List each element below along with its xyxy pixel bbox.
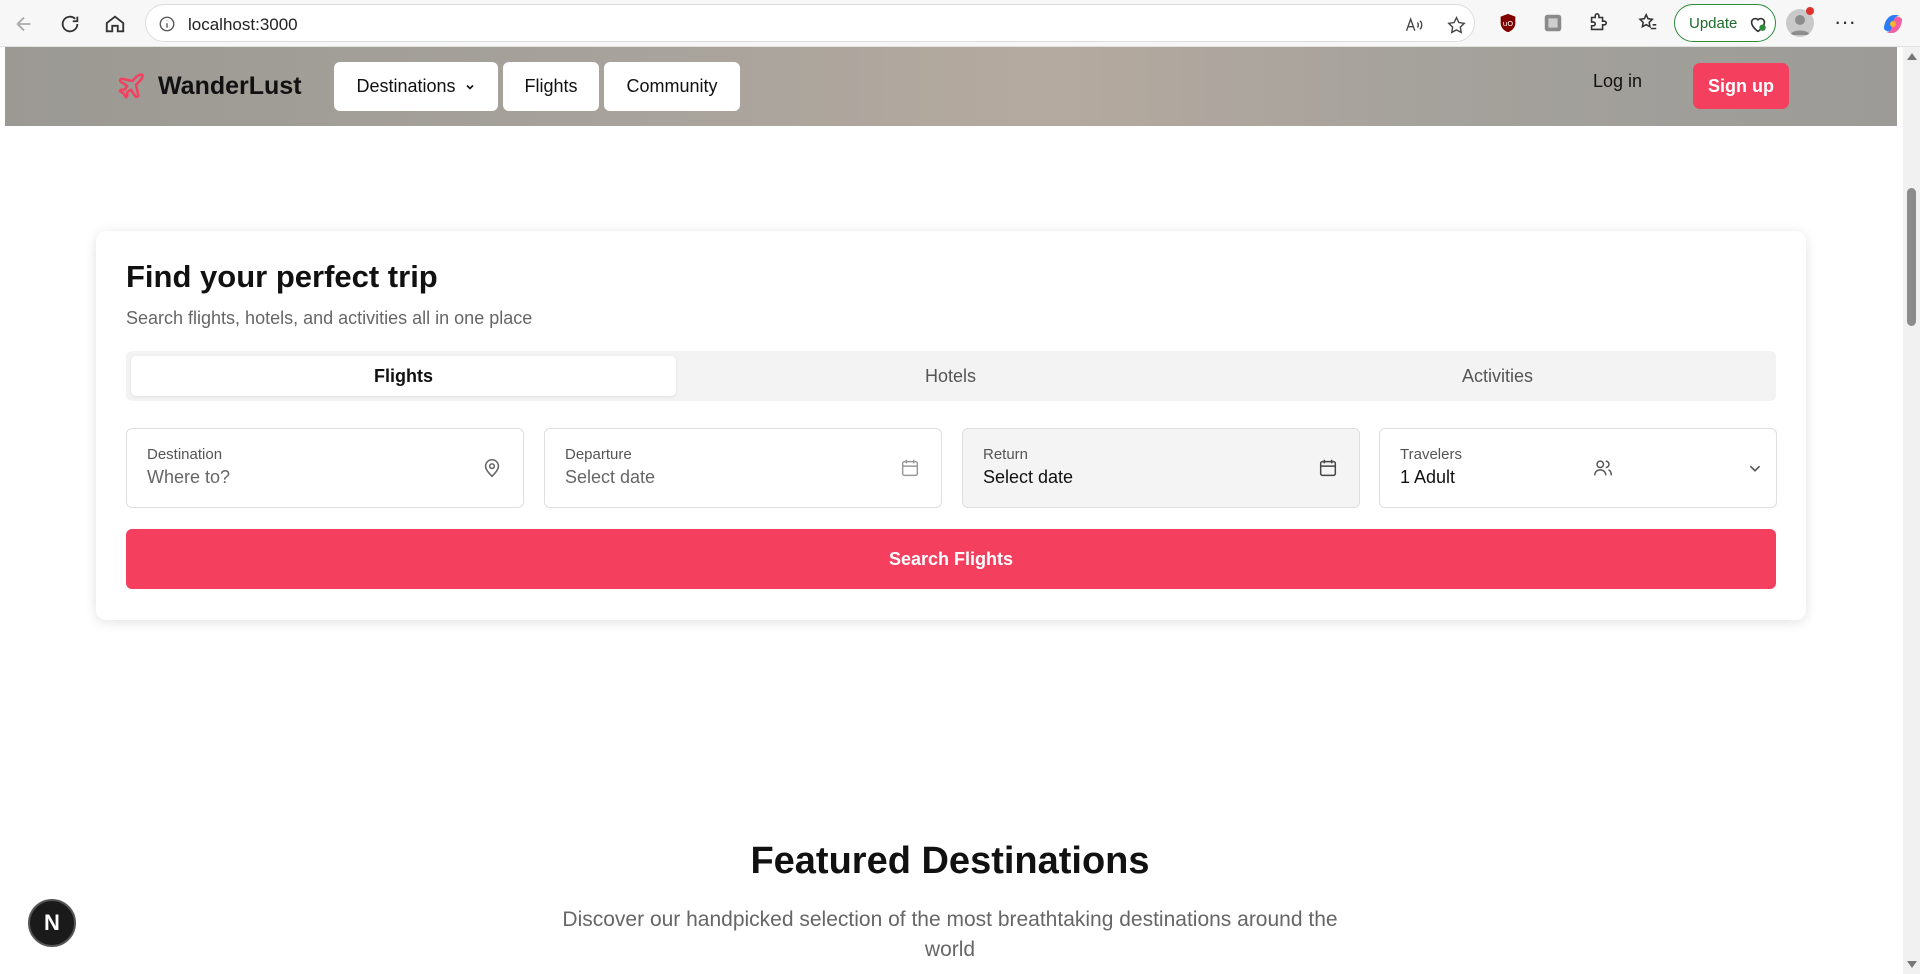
travelers-label: Travelers <box>1400 446 1462 463</box>
site-header: WanderLust Destinations Flights Communit… <box>5 47 1897 126</box>
nav-community-label: Community <box>626 76 718 96</box>
home-icon <box>105 15 125 33</box>
travelers-select[interactable]: Travelers 1 Adult <box>1379 428 1777 508</box>
travelers-value: 1 Adult <box>1400 467 1456 487</box>
departure-label: Departure <box>565 446 632 463</box>
tab-activities[interactable]: Activities <box>1225 356 1770 396</box>
site-info-icon[interactable] <box>156 13 178 35</box>
tab-flights[interactable]: Flights <box>131 356 676 396</box>
map-pin-icon <box>484 458 500 478</box>
browser-toolbar: localhost:3000 uO Update ··· <box>0 0 1920 47</box>
favorites-list-icon[interactable] <box>1635 10 1661 36</box>
tab-hotels[interactable]: Hotels <box>678 356 1223 396</box>
nav-destinations-dropdown[interactable]: Destinations <box>334 62 498 111</box>
airplane-icon <box>118 73 144 99</box>
extensions-puzzle-icon[interactable] <box>1585 10 1611 36</box>
return-date-input[interactable]: Select date <box>983 467 1073 488</box>
reload-icon <box>61 15 79 33</box>
settings-menu-button[interactable]: ··· <box>1830 9 1860 39</box>
featured-destinations-subtitle: Discover our handpicked selection of the… <box>562 908 1338 961</box>
calendar-icon <box>1319 459 1337 477</box>
destination-input[interactable]: Where to? <box>147 467 230 488</box>
extension-tile-icon[interactable] <box>1540 10 1566 36</box>
search-tabs: Flights Hotels Activities <box>126 351 1776 401</box>
brand-logo[interactable]: WanderLust <box>116 71 302 101</box>
departure-field[interactable]: Departure Select date <box>544 428 942 508</box>
nav-community-link[interactable]: Community <box>604 62 740 111</box>
destination-field[interactable]: Destination Where to? <box>126 428 524 508</box>
brand-name: WanderLust <box>158 71 302 100</box>
page-scrollbar[interactable] <box>1903 47 1920 974</box>
return-label: Return <box>983 446 1029 463</box>
calendar-icon <box>901 459 919 477</box>
chevron-down-icon <box>465 84 474 90</box>
return-field[interactable]: Return Select date <box>962 428 1360 508</box>
search-card-title: Find your perfect trip <box>126 259 438 294</box>
reload-button[interactable] <box>55 9 85 39</box>
read-aloud-icon[interactable] <box>1402 13 1426 37</box>
chevron-down-icon <box>1749 465 1761 472</box>
home-button[interactable] <box>100 9 130 39</box>
scroll-thumb[interactable] <box>1907 188 1916 326</box>
favorite-star-icon[interactable] <box>1444 13 1468 37</box>
nextjs-dev-badge[interactable]: N <box>28 899 76 947</box>
trip-search-card: Find your perfect trip Search flights, h… <box>96 231 1806 620</box>
nav-flights-link[interactable]: Flights <box>503 62 599 111</box>
users-icon <box>1594 460 1612 476</box>
svg-text:uO: uO <box>1503 19 1514 28</box>
update-label: Update <box>1689 15 1738 32</box>
arrow-left-icon <box>16 16 31 32</box>
search-flights-button[interactable]: Search Flights <box>126 529 1776 589</box>
scroll-down-arrow-icon[interactable] <box>1907 961 1917 968</box>
login-button[interactable]: Log in <box>1593 71 1642 92</box>
departure-date-input[interactable]: Select date <box>565 467 655 488</box>
scroll-up-arrow-icon[interactable] <box>1907 53 1917 60</box>
search-card-subtitle: Search flights, hotels, and activities a… <box>126 308 533 328</box>
destination-label: Destination <box>147 446 223 463</box>
copilot-icon[interactable] <box>1878 9 1908 39</box>
signup-button[interactable]: Sign up <box>1693 63 1789 109</box>
back-button[interactable] <box>9 9 39 39</box>
nav-flights-label: Flights <box>524 76 578 96</box>
ublock-extension-icon[interactable]: uO <box>1495 10 1521 36</box>
page-viewport: WanderLust Destinations Flights Communit… <box>0 47 1920 974</box>
browser-essentials-heart-icon <box>1750 17 1766 33</box>
update-button[interactable]: Update <box>1674 4 1776 42</box>
address-bar[interactable]: localhost:3000 <box>145 4 1475 42</box>
url-text[interactable]: localhost:3000 <box>188 15 298 35</box>
notification-dot <box>1806 7 1814 15</box>
featured-destinations-title: Featured Destinations <box>750 840 1150 882</box>
nav-destinations-label: Destinations <box>356 76 456 96</box>
